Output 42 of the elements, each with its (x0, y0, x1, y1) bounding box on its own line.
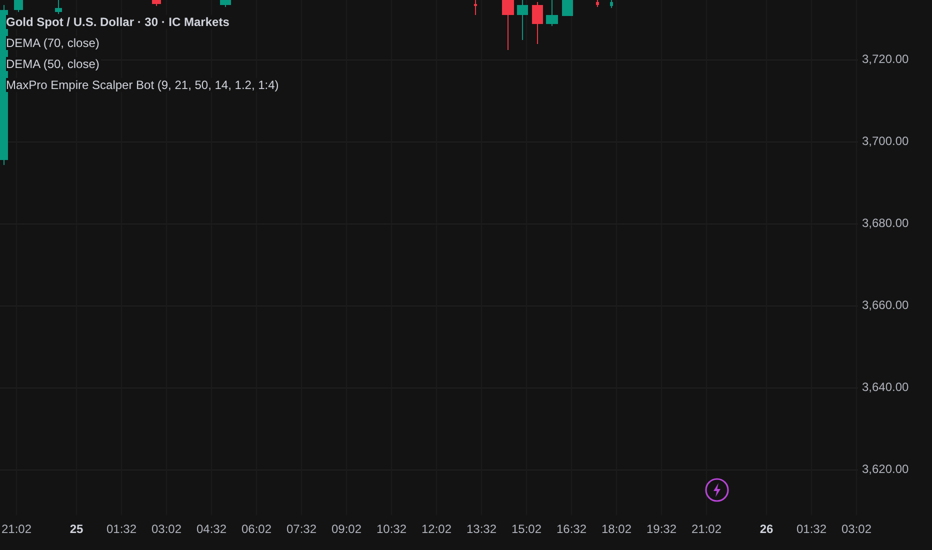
candle (562, 0, 573, 16)
time-label: 16:32 (555, 522, 588, 536)
price-label: 3,680.00 (862, 216, 909, 230)
candle (152, 0, 161, 6)
time-label: 03:02 (150, 522, 183, 536)
indicator-label[interactable]: DEMA (70, close) (6, 36, 102, 50)
candle (532, 2, 543, 44)
indicator-label[interactable]: DEMA (50, close) (6, 57, 102, 71)
time-label: 12:02 (420, 522, 453, 536)
symbol-title: Gold Spot / U.S. Dollar · 30 · IC Markets (6, 15, 230, 29)
time-label: 15:02 (510, 522, 543, 536)
price-label: 3,640.00 (862, 380, 909, 394)
candle (502, 0, 514, 50)
candle (474, 0, 477, 16)
lightning-icon[interactable] (705, 478, 729, 502)
time-label: 26 (758, 522, 774, 536)
price-label: 3,660.00 (862, 298, 909, 312)
time-label: 01:32 (105, 522, 138, 536)
time-label: 01:32 (795, 522, 828, 536)
price-label: 3,620.00 (862, 462, 909, 476)
time-label: 19:32 (645, 522, 678, 536)
time-label: 09:02 (330, 522, 363, 536)
time-label: 06:02 (240, 522, 273, 536)
time-label: 13:32 (465, 522, 498, 536)
price-label: 3,700.00 (862, 134, 909, 148)
time-label: 21:02 (690, 522, 723, 536)
candle (220, 0, 231, 8)
indicator-label[interactable]: MaxPro Empire Scalper Bot (9, 21, 50, 14, 1.2, 1:4) (6, 78, 281, 92)
candle (546, 0, 558, 26)
time-label: 03:02 (840, 522, 873, 536)
candle (14, 0, 23, 12)
candle (596, 0, 599, 8)
time-label: 10:32 (375, 522, 408, 536)
price-label: 3,720.00 (862, 52, 909, 66)
time-label: 21:02 (0, 522, 33, 536)
time-label: 25 (68, 522, 84, 536)
time-label: 04:32 (195, 522, 228, 536)
candle (610, 0, 613, 8)
candle (517, 0, 528, 40)
candle (55, 0, 62, 14)
time-label: 07:32 (285, 522, 318, 536)
time-label: 18:02 (600, 522, 633, 536)
